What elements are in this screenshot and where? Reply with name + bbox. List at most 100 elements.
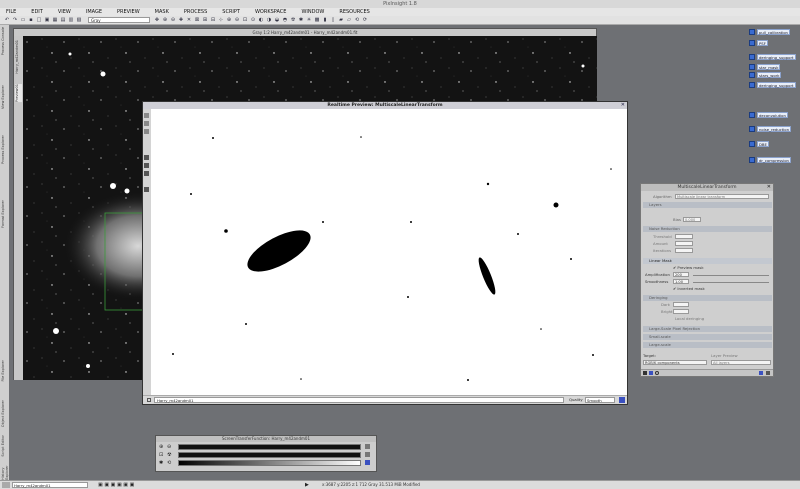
statistics-icon[interactable]: ▰ [338,17,344,23]
close-icon[interactable]: ✕ [621,102,625,109]
flip-icon[interactable]: ⟳ [362,17,368,23]
settings-icon[interactable] [365,452,370,457]
tab-object-explorer[interactable]: Object Explorer [1,400,8,427]
zoom-in-icon[interactable]: ⊕ [159,444,163,450]
mask-invert-icon[interactable]: ◑ [266,17,272,23]
save-icon[interactable]: ▪ [28,17,34,23]
apply-icon[interactable] [365,460,370,465]
reset-icon[interactable] [766,371,770,375]
menu-workspace[interactable]: WORKSPACE [255,9,286,15]
stf-window[interactable]: ScreenTransferFunction: Harry_m42andm01 … [155,435,377,472]
bright-input[interactable] [673,309,689,314]
apply-icon[interactable] [649,371,653,375]
undo-icon[interactable]: ↶ [4,17,10,23]
mask-enable-icon[interactable]: ◒ [274,17,280,23]
tab-format-explorer[interactable]: Format Explorer [1,200,8,228]
pan-icon[interactable] [144,163,149,168]
amplification-input[interactable]: 200 [673,272,689,277]
icon-dr-compression[interactable]: dr_compression [748,156,792,164]
readout-icon[interactable] [144,155,149,160]
section-layers[interactable]: Layers [643,202,772,208]
select-icon[interactable]: ✕ [186,17,192,23]
tab-process-explorer[interactable]: Process Explorer [1,135,8,164]
apply-global-icon[interactable] [655,371,659,375]
threshold-input[interactable] [675,234,693,239]
rotate-icon[interactable]: ⟲ [354,17,360,23]
icon-stars-work[interactable]: stars_work [748,71,792,79]
section-small-scale[interactable]: Small-scale [643,334,772,340]
icon-deconvolution[interactable]: deconvolution [748,111,792,119]
rgb-icon[interactable]: ▦ [52,17,58,23]
open-icon[interactable]: ▭ [20,17,26,23]
execute-icon[interactable] [619,397,625,403]
dark-input[interactable] [673,302,689,307]
zoom-fit-icon[interactable] [144,129,149,134]
zoom-in-icon[interactable]: ⊕ [226,17,232,23]
stf-channel-r[interactable] [178,444,361,450]
green-icon[interactable]: ▥ [68,17,74,23]
check-icon[interactable]: ✔ [673,265,676,270]
view-select[interactable]: Harry_m42andm01 [12,482,88,488]
menu-process[interactable]: PROCESS [184,9,207,15]
menu-resources[interactable]: RESOURCES [339,9,369,15]
section-linear-mask[interactable]: Linear Mask [643,258,772,264]
zoom-in-icon[interactable] [144,113,149,118]
zoom-out-icon[interactable]: ⊖ [167,444,171,450]
mlt-process-window[interactable]: MultiscaleLinearTransform ✕ Algorithm Mu… [640,183,774,377]
tab-script-editor[interactable]: Script Editor [1,435,8,457]
new-instance-icon[interactable] [643,371,647,375]
status-icons[interactable]: ▣ ▣ ▣ ▣ ▣ ▣ [98,482,134,488]
realtime-preview-window[interactable]: Realtime Preview: MultiscaleLinearTransf… [142,101,628,405]
close-icon[interactable]: ✕ [767,184,771,191]
menu-window[interactable]: WINDOW [301,9,324,15]
brightness-icon[interactable]: ▯ [330,17,336,23]
redo-icon[interactable]: ↷ [12,17,18,23]
zoom-out-tool-icon[interactable]: ⊖ [170,17,176,23]
histogram-icon[interactable]: ▮ [322,17,328,23]
stf-reset-icon[interactable]: ✱ [298,17,304,23]
quality-select[interactable]: Smooth [585,397,615,403]
tab-process-console[interactable]: Process Console [1,27,8,55]
stf-auto-icon[interactable]: ☢ [290,17,296,23]
pan-icon[interactable]: ✥ [154,17,160,23]
check-icon[interactable]: ✔ [673,286,676,291]
preview-icon[interactable] [759,371,763,375]
menu-image[interactable]: IMAGE [86,9,102,15]
bias-input[interactable]: 0.000 [683,217,701,222]
section-large-scale[interactable]: Large-Scale Pixel Rejection [643,326,772,332]
section-noise-reduction[interactable]: Noise Reduction [643,226,772,232]
mask-icon[interactable] [144,171,149,176]
smoothness-slider[interactable] [693,282,769,283]
settings-icon[interactable] [365,444,370,449]
menu-view[interactable]: VIEW [58,9,71,15]
new-icon[interactable]: □ [36,17,42,23]
zoom-out-icon[interactable]: ⊖ [234,17,240,23]
view-select[interactable]: Harry_m42andm01 [154,397,564,403]
menu-preview[interactable]: PREVIEW [117,9,140,15]
zoom-out-icon[interactable] [144,121,149,126]
stf-auto-icon[interactable]: ✱ [159,460,163,466]
zoom-in-tool-icon[interactable]: ⊕ [162,17,168,23]
algorithm-select[interactable]: Multiscale linear transform [675,194,769,199]
preview-edit-icon[interactable]: ⊠ [194,17,200,23]
play-icon[interactable]: ▶ [305,481,309,489]
zoom-fit-icon[interactable]: ⊡ [159,452,163,458]
fft-icon[interactable]: ▱ [346,17,352,23]
icon-psf[interactable]: PSF [748,39,792,47]
menu-file[interactable]: FILE [6,9,16,15]
preview-new-icon[interactable]: ⊞ [202,17,208,23]
stf-link-icon[interactable]: ☢ [167,452,171,458]
local-deringing-row[interactable]: Local deringing [643,316,772,322]
amount-input[interactable] [675,241,693,246]
menu-script[interactable]: SCRIPT [222,9,240,15]
crosshair-icon[interactable]: ⊹ [218,17,224,23]
amplification-slider[interactable] [693,275,769,276]
workspace-icon[interactable] [2,482,10,488]
mask-show-icon[interactable]: ◐ [258,17,264,23]
tab-main-view[interactable]: Harry_m42andm01 [15,40,22,74]
preview-check[interactable] [147,398,151,402]
channel-select[interactable]: Gray [88,17,150,23]
red-icon[interactable]: ▤ [60,17,66,23]
stf-channel-g[interactable] [178,452,361,458]
icon-dbe[interactable]: DBE [748,140,792,148]
